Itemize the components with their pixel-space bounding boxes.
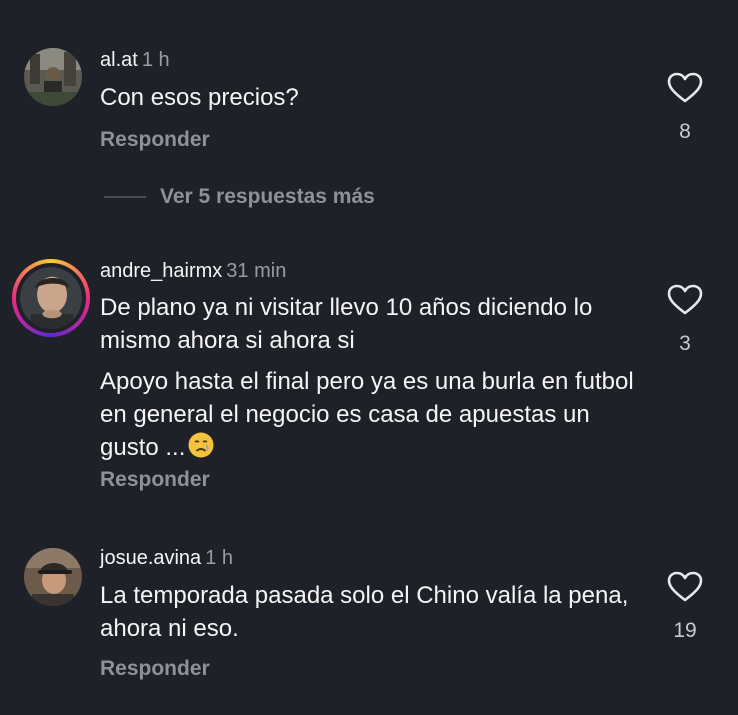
avatar [20, 267, 82, 329]
comment-text: Con esos precios? [100, 81, 660, 114]
avatar[interactable] [24, 48, 82, 106]
username[interactable]: josue.avina [100, 547, 201, 569]
avatar-photo [24, 548, 82, 606]
reply-button[interactable]: Responder [100, 657, 210, 681]
reply-button[interactable]: Responder [100, 468, 210, 492]
view-more-replies[interactable]: Ver 5 respuestas más [104, 184, 375, 210]
divider-line [104, 196, 146, 198]
comment-meta: josue.avina 1 h [100, 546, 233, 570]
comment-meta: al.at 1 h [100, 48, 170, 72]
comment-paragraph: Con esos precios? [100, 84, 299, 111]
like-count: 3 [679, 332, 691, 355]
avatar-photo [20, 267, 82, 329]
heart-outline-icon[interactable] [667, 72, 703, 104]
username[interactable]: andre_hairmx [100, 260, 222, 282]
comment-text: La temporada pasada solo el Chino valía … [100, 579, 645, 645]
view-more-replies-label: Ver 5 respuestas más [160, 185, 375, 208]
comment-paragraph: Apoyo hasta el final pero ya es una burl… [100, 365, 645, 464]
reply-button[interactable]: Responder [100, 128, 210, 152]
timestamp: 1 h [141, 49, 170, 71]
crying-face-emoji [187, 431, 215, 459]
comment-paragraph: De plano ya ni visitar llevo 10 años dic… [100, 294, 593, 354]
avatar-story-ring[interactable] [12, 259, 90, 337]
like-count: 19 [673, 619, 697, 642]
timestamp: 1 h [205, 547, 233, 569]
username[interactable]: al.at [100, 49, 138, 71]
comment-meta: andre_hairmx 31 min [100, 259, 286, 283]
like-count: 8 [679, 120, 691, 143]
avatar[interactable] [24, 548, 82, 606]
avatar-photo [24, 48, 82, 106]
heart-outline-icon[interactable] [667, 284, 703, 316]
comment-paragraph: La temporada pasada solo el Chino valía … [100, 582, 629, 642]
comments-feed: al.at 1 h Con esos precios? Responder 8 V… [0, 0, 738, 715]
comment-paragraph-text: Apoyo hasta el final pero ya es una burl… [100, 368, 634, 461]
timestamp: 31 min [226, 260, 287, 282]
comment-text: De plano ya ni visitar llevo 10 años dic… [100, 291, 645, 464]
heart-outline-icon[interactable] [667, 571, 703, 603]
